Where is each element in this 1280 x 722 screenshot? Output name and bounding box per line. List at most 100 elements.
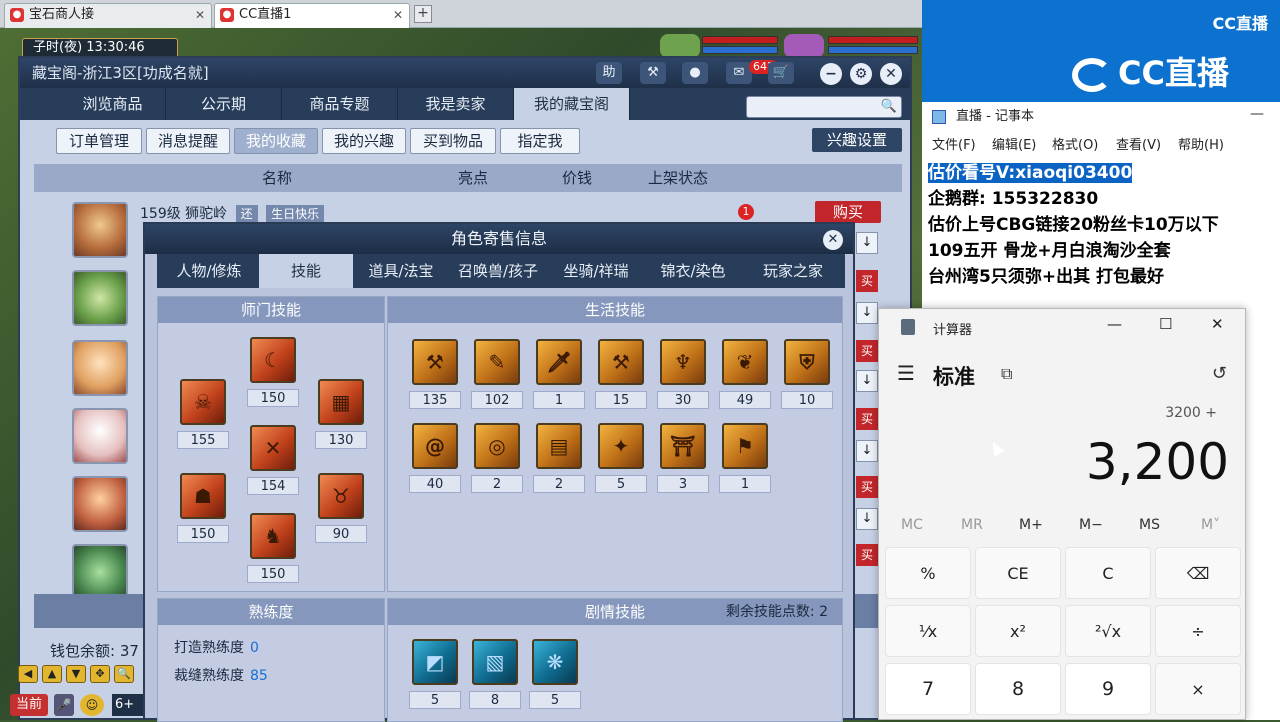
expand-down-icon[interactable]: ↓: [856, 508, 878, 530]
chat-input[interactable]: 6+: [112, 694, 144, 716]
skill-slot[interactable]: ⛨ 10: [781, 339, 833, 409]
subtab-messages[interactable]: 消息提醒: [146, 128, 230, 154]
expand-down-icon[interactable]: ↓: [856, 370, 878, 392]
tab-my-cbg[interactable]: 我的藏宝阁: [514, 88, 630, 120]
tab-skills[interactable]: 技能: [259, 254, 353, 288]
skill-slot[interactable]: ⚒ 15: [595, 339, 647, 409]
minimize-icon[interactable]: —: [1107, 315, 1122, 333]
character-portrait[interactable]: [72, 476, 128, 532]
expand-down-icon[interactable]: ↓: [856, 440, 878, 462]
backspace-button[interactable]: ⌫: [1155, 547, 1241, 599]
character-portrait[interactable]: [72, 202, 128, 258]
minimize-icon[interactable]: −: [820, 63, 842, 85]
tab-outfits[interactable]: 锦衣/染色: [645, 254, 741, 288]
browser-tab-2[interactable]: ● CC直播1 ✕: [214, 3, 410, 28]
skill-slot[interactable]: ▦ 130: [315, 379, 367, 449]
move-icon[interactable]: ✥: [90, 665, 110, 683]
skill-slot[interactable]: ☗ 150: [177, 473, 229, 543]
emoji-icon[interactable]: ☺: [80, 694, 104, 716]
arrow-up-icon[interactable]: ▲: [42, 665, 62, 683]
new-tab-button[interactable]: +: [414, 5, 432, 23]
skill-slot[interactable]: ♆ 30: [657, 339, 709, 409]
skill-slot[interactable]: ◎ 2: [471, 423, 523, 493]
buy-button[interactable]: 买: [856, 544, 878, 566]
sqrt-button[interactable]: ²√x: [1065, 605, 1151, 657]
hammer-icon[interactable]: ⚒: [640, 62, 666, 84]
skill-slot[interactable]: ⚒ 135: [409, 339, 461, 409]
skill-slot[interactable]: ❦ 49: [719, 339, 771, 409]
close-icon[interactable]: ✕: [1211, 315, 1224, 333]
close-icon[interactable]: ✕: [880, 63, 902, 85]
memory-recall-button[interactable]: MR: [961, 517, 983, 533]
skill-slot[interactable]: ✦ 5: [595, 423, 647, 493]
digit-8-button[interactable]: 8: [975, 663, 1061, 715]
minimize-icon[interactable]: —: [1250, 106, 1264, 122]
skill-slot[interactable]: ✎ 102: [471, 339, 523, 409]
memory-subtract-button[interactable]: M−: [1079, 517, 1103, 533]
menu-format[interactable]: 格式(O): [1052, 134, 1098, 158]
skill-slot[interactable]: @40: [409, 423, 461, 493]
menu-file[interactable]: 文件(F): [932, 134, 976, 158]
tab-seller[interactable]: 我是卖家: [398, 88, 514, 120]
skill-slot[interactable]: ▧ 8: [469, 639, 521, 709]
memory-list-button[interactable]: M˅: [1201, 517, 1220, 533]
list-item[interactable]: 159级 狮驼岭 还 生日快乐: [140, 203, 325, 223]
skill-slot[interactable]: ♉ 90: [315, 473, 367, 543]
skill-slot[interactable]: ▤ 2: [533, 423, 585, 493]
memory-clear-button[interactable]: MC: [901, 517, 923, 533]
hamburger-icon[interactable]: ☰: [897, 361, 915, 385]
tab-home[interactable]: 玩家之家: [741, 254, 845, 288]
menu-help[interactable]: 帮助(H): [1178, 134, 1224, 158]
player-avatar[interactable]: [784, 34, 824, 58]
history-icon[interactable]: ↺: [1212, 363, 1227, 384]
tab-items[interactable]: 道具/法宝: [353, 254, 449, 288]
menu-view[interactable]: 查看(V): [1116, 134, 1161, 158]
character-portrait[interactable]: [72, 408, 128, 464]
arrow-left-icon[interactable]: ◀: [18, 665, 38, 683]
microphone-icon[interactable]: 🎤: [54, 694, 74, 716]
clear-entry-button[interactable]: CE: [975, 547, 1061, 599]
close-tab-icon[interactable]: ✕: [393, 4, 403, 26]
buy-button[interactable]: 买: [856, 340, 878, 362]
notepad-text[interactable]: 估价看号V:xiaoqi03400 企鹅群: 155322830 估价上号CBG…: [928, 160, 1219, 290]
keep-on-top-icon[interactable]: ⧉: [1001, 364, 1012, 384]
tab-character[interactable]: 人物/修炼: [157, 254, 261, 288]
help-button[interactable]: 助: [596, 62, 622, 84]
subtab-favorites[interactable]: 我的收藏: [234, 128, 318, 154]
character-portrait[interactable]: [72, 544, 128, 600]
buy-button[interactable]: 买: [856, 408, 878, 430]
buy-button[interactable]: 买: [856, 476, 878, 498]
character-portrait[interactable]: [72, 270, 128, 326]
interest-settings-button[interactable]: 兴趣设置: [812, 128, 902, 152]
multiply-button[interactable]: ×: [1155, 663, 1241, 715]
close-icon[interactable]: ✕: [823, 230, 843, 250]
skill-slot[interactable]: 🗡 1: [533, 339, 585, 409]
skill-slot[interactable]: ◩ 5: [409, 639, 461, 709]
pet-avatar[interactable]: [660, 34, 700, 58]
expand-down-icon[interactable]: ↓: [856, 232, 878, 254]
percent-button[interactable]: %: [885, 547, 971, 599]
record-icon[interactable]: ●: [682, 62, 708, 84]
maximize-icon[interactable]: ☐: [1159, 315, 1172, 333]
character-portrait[interactable]: [72, 340, 128, 396]
tab-public[interactable]: 公示期: [166, 88, 282, 120]
buy-button[interactable]: 买: [856, 270, 878, 292]
expand-down-icon[interactable]: ↓: [856, 302, 878, 324]
memory-add-button[interactable]: M+: [1019, 517, 1043, 533]
subtab-assigned[interactable]: 指定我: [500, 128, 580, 154]
skill-slot[interactable]: ☠ 155: [177, 379, 229, 449]
subtab-orders[interactable]: 订单管理: [56, 128, 142, 154]
browser-tab-1[interactable]: ● 宝石商人接 ✕: [4, 3, 212, 28]
tab-topics[interactable]: 商品专题: [282, 88, 398, 120]
skill-slot[interactable]: ❋ 5: [529, 639, 581, 709]
tab-browse[interactable]: 浏览商品: [60, 88, 166, 120]
zoom-icon[interactable]: 🔍: [114, 665, 134, 683]
square-button[interactable]: x²: [975, 605, 1061, 657]
buy-button[interactable]: 购买: [815, 201, 881, 223]
arrow-down-icon[interactable]: ▼: [66, 665, 86, 683]
digit-9-button[interactable]: 9: [1065, 663, 1151, 715]
tab-pets[interactable]: 召唤兽/孩子: [449, 254, 547, 288]
menu-edit[interactable]: 编辑(E): [992, 134, 1036, 158]
search-icon[interactable]: 🔍: [881, 99, 897, 114]
channel-current[interactable]: 当前: [10, 694, 48, 716]
